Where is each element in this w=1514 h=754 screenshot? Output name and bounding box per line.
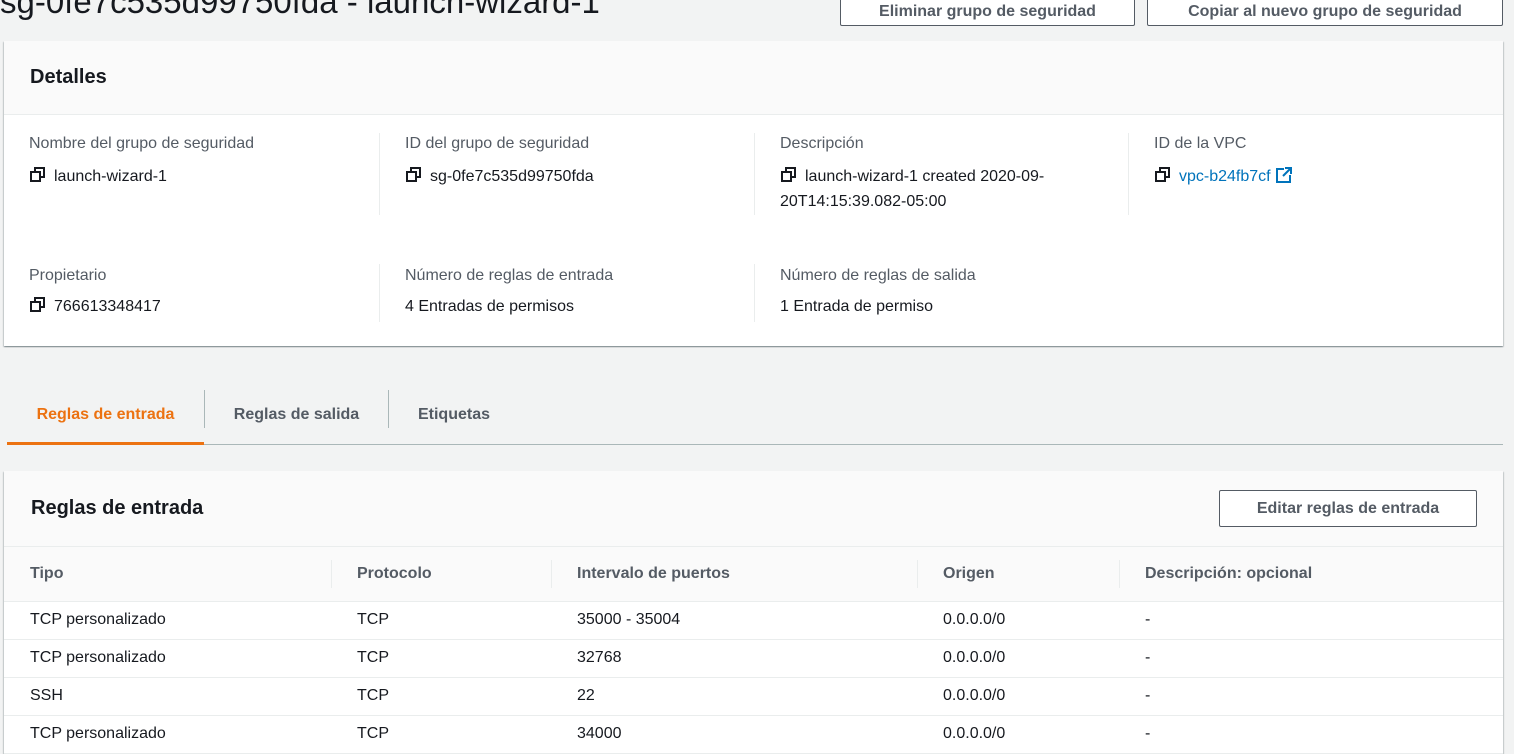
description-value-line1: launch-wizard-1 created 2020-09-	[805, 168, 1045, 185]
external-link-icon[interactable]	[1275, 167, 1292, 183]
cell-description: -	[1119, 677, 1503, 716]
cell-description: -	[1119, 601, 1503, 640]
group-name-label: Nombre del grupo de seguridad	[29, 135, 255, 152]
group-id-field: ID del grupo de seguridad sg-0fe7c535d99…	[405, 133, 755, 189]
cell-port-range: 35000 - 35004	[551, 601, 917, 640]
cell-port-range: 34000	[551, 715, 917, 754]
column-divider	[754, 264, 755, 322]
inbound-rules-header: Reglas de entrada Editar reglas de entra…	[4, 471, 1503, 547]
cell-type: TCP personalizado	[4, 639, 331, 678]
column-header-source[interactable]: Origen	[917, 547, 1119, 602]
copy-icon[interactable]	[30, 167, 46, 183]
column-divider	[754, 133, 755, 215]
column-header-port-range[interactable]: Intervalo de puertos	[551, 547, 917, 602]
owner-field: Propietario 766613348417	[29, 265, 379, 319]
outbound-count-value: 1 Entrada de permiso	[780, 298, 933, 315]
vpc-id-field: ID de la VPC vpc-b24fb7cf	[1154, 133, 1504, 189]
inbound-count-label: Número de reglas de entrada	[405, 267, 614, 284]
cell-description: -	[1119, 639, 1503, 678]
table-row[interactable]: TCP personalizado TCP 34000 0.0.0.0/0 -	[4, 715, 1503, 754]
group-name-value: launch-wizard-1	[54, 168, 167, 185]
copy-icon[interactable]	[781, 167, 797, 183]
cell-source: 0.0.0.0/0	[917, 677, 1119, 716]
column-divider	[1128, 133, 1129, 215]
table-row[interactable]: SSH TCP 22 0.0.0.0/0 -	[4, 677, 1503, 716]
inbound-rules-title: Reglas de entrada	[31, 497, 204, 519]
copy-to-new-security-group-button[interactable]: Copiar al nuevo grupo de seguridad	[1147, 0, 1503, 26]
cell-protocol: TCP	[331, 715, 551, 754]
cell-description: -	[1119, 715, 1503, 754]
copy-icon[interactable]	[406, 167, 422, 183]
column-divider	[379, 133, 380, 215]
cell-type: TCP personalizado	[4, 715, 331, 754]
column-header-description[interactable]: Descripción: opcional	[1119, 547, 1503, 602]
details-header: Detalles	[4, 41, 1503, 115]
edit-inbound-rules-button[interactable]: Editar reglas de entrada	[1219, 490, 1477, 527]
cell-port-range: 32768	[551, 639, 917, 678]
cell-source: 0.0.0.0/0	[917, 601, 1119, 640]
details-panel: Detalles Nombre del grupo de seguridad l…	[4, 41, 1503, 346]
description-label: Descripción	[780, 135, 864, 152]
owner-label: Propietario	[29, 267, 107, 284]
tab-tags[interactable]: Etiquetas	[389, 388, 519, 445]
column-divider	[379, 264, 380, 322]
inbound-rules-table: Tipo Protocolo Intervalo de puertos Orig…	[4, 547, 1503, 754]
inbound-count-field: Número de reglas de entrada 4 Entradas d…	[405, 265, 755, 319]
cell-source: 0.0.0.0/0	[917, 639, 1119, 678]
tabs: Reglas de entrada Reglas de salida Etiqu…	[7, 388, 1503, 445]
outbound-count-field: Número de reglas de salida 1 Entrada de …	[780, 265, 1130, 319]
cell-source: 0.0.0.0/0	[917, 715, 1119, 754]
table-header-row: Tipo Protocolo Intervalo de puertos Orig…	[4, 547, 1503, 602]
inbound-count-value: 4 Entradas de permisos	[405, 298, 574, 315]
copy-icon[interactable]	[30, 297, 46, 313]
cell-port-range: 22	[551, 677, 917, 716]
cell-type: TCP personalizado	[4, 601, 331, 640]
details-title: Detalles	[30, 66, 107, 88]
copy-icon[interactable]	[1155, 167, 1171, 183]
page-title: sg-0fe7c535d99750fda - launch-wizard-1	[0, 0, 600, 20]
cell-protocol: TCP	[331, 677, 551, 716]
outbound-count-label: Número de reglas de salida	[780, 267, 976, 284]
owner-value: 766613348417	[54, 298, 161, 315]
cell-protocol: TCP	[331, 601, 551, 640]
cell-type: SSH	[4, 677, 331, 716]
table-row[interactable]: TCP personalizado TCP 35000 - 35004 0.0.…	[4, 601, 1503, 640]
inbound-rules-panel: Reglas de entrada Editar reglas de entra…	[4, 471, 1503, 754]
group-name-field: Nombre del grupo de seguridad launch-wiz…	[29, 133, 379, 189]
vpc-id-link[interactable]: vpc-b24fb7cf	[1179, 168, 1271, 185]
vpc-id-label: ID de la VPC	[1154, 135, 1247, 152]
table-row[interactable]: TCP personalizado TCP 32768 0.0.0.0/0 -	[4, 639, 1503, 678]
description-field: Descripción launch-wizard-1 created 2020…	[780, 133, 1110, 214]
column-header-type[interactable]: Tipo	[4, 547, 331, 602]
delete-security-group-button[interactable]: Eliminar grupo de seguridad	[840, 0, 1135, 26]
group-id-value: sg-0fe7c535d99750fda	[430, 168, 594, 185]
cell-protocol: TCP	[331, 639, 551, 678]
description-value-line2: 20T14:15:39.082-05:00	[780, 193, 947, 210]
tab-inbound-rules[interactable]: Reglas de entrada	[7, 388, 204, 445]
tab-outbound-rules[interactable]: Reglas de salida	[205, 388, 388, 445]
group-id-label: ID del grupo de seguridad	[405, 135, 590, 152]
column-header-protocol[interactable]: Protocolo	[331, 547, 551, 602]
